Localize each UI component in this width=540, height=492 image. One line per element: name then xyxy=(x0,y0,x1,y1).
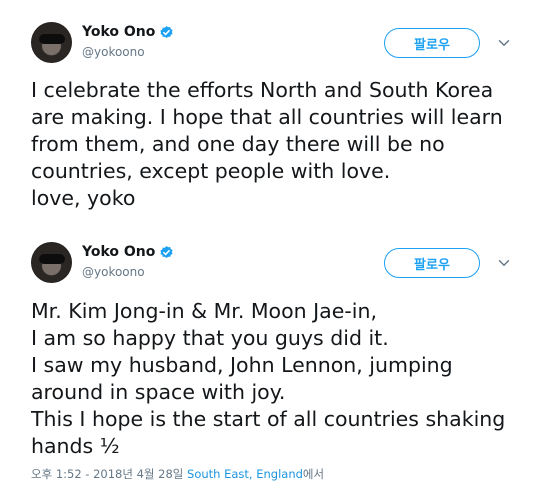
tweet: Yoko Ono @yokoono 팔로우 I celebrate the ef… xyxy=(0,0,540,228)
timestamp[interactable]: 오후 1:52 - 2018년 4월 28일 xyxy=(31,467,183,481)
avatar[interactable] xyxy=(31,242,72,283)
tweet: Yoko Ono @yokoono 팔로우 Mr. Kim Jong-in & … xyxy=(0,230,540,492)
location-link[interactable]: South East, England xyxy=(187,467,303,481)
location-suffix: 에서 xyxy=(302,467,325,481)
tweet-text: I celebrate the efforts North and South … xyxy=(31,78,503,210)
name-row: Yoko Ono xyxy=(82,243,174,261)
user-info: Yoko Ono @yokoono xyxy=(82,243,174,279)
display-name[interactable]: Yoko Ono xyxy=(82,24,155,40)
chevron-down-icon[interactable] xyxy=(497,36,511,50)
tweet-text: Mr. Kim Jong-in & Mr. Moon Jae-in, I am … xyxy=(31,299,506,458)
name-row: Yoko Ono xyxy=(82,23,174,41)
display-name[interactable]: Yoko Ono xyxy=(82,244,155,260)
user-handle[interactable]: @yokoono xyxy=(82,45,174,59)
user-info: Yoko Ono @yokoono xyxy=(82,23,174,59)
follow-button[interactable]: 팔로우 xyxy=(384,28,480,58)
chevron-down-icon[interactable] xyxy=(497,256,511,270)
verified-badge-icon xyxy=(160,245,173,258)
user-handle[interactable]: @yokoono xyxy=(82,265,174,279)
follow-button[interactable]: 팔로우 xyxy=(384,248,480,278)
avatar[interactable] xyxy=(31,22,72,63)
verified-badge-icon xyxy=(160,25,173,38)
tweet-meta: 오후 1:52 - 2018년 4월 28일 South East, Engla… xyxy=(31,466,324,482)
